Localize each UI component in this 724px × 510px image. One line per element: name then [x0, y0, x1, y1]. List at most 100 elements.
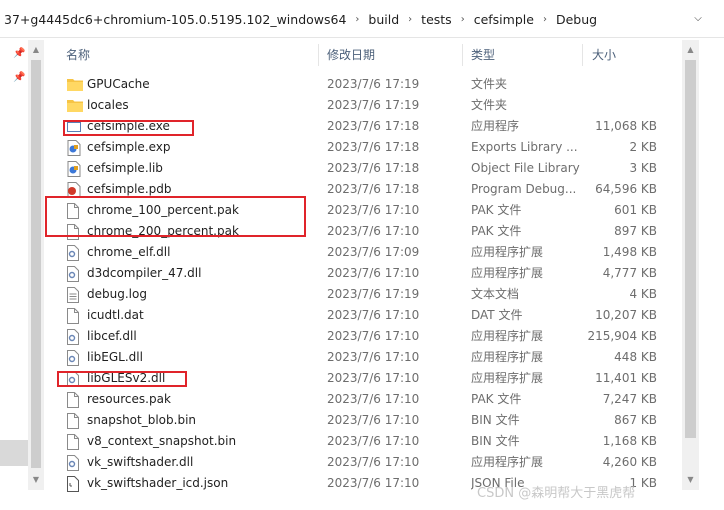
scrollbar-thumb[interactable]: [685, 60, 696, 438]
file-row[interactable]: vk_swiftshader.dll 2023/7/6 17:10 应用程序扩展 4,…: [44, 452, 680, 473]
file-size: 4 KB: [629, 287, 657, 301]
chevron-right-icon[interactable]: ›: [350, 14, 364, 25]
file-type: BIN 文件: [471, 413, 520, 427]
file-type: Program Debug...: [471, 182, 577, 196]
file-icon: [67, 434, 81, 450]
pin-icon[interactable]: 📌: [13, 72, 25, 84]
folder-icon: [67, 98, 83, 114]
file-row[interactable]: GPUCache 2023/7/6 17:19 文件夹: [44, 74, 680, 95]
file-list-scrollbar[interactable]: ▲ ▼: [682, 40, 699, 490]
column-divider[interactable]: [318, 44, 319, 66]
file-row[interactable]: cefsimple.lib 2023/7/6 17:18 Object File L…: [44, 158, 680, 179]
file-row[interactable]: snapshot_blob.bin 2023/7/6 17:10 BIN 文件 867…: [44, 410, 680, 431]
scrollbar-thumb[interactable]: [31, 60, 41, 468]
file-name: vk_swiftshader_icd.json: [87, 476, 229, 490]
breadcrumb-item[interactable]: cefsimple: [470, 12, 538, 27]
file-row[interactable]: libEGL.dll 2023/7/6 17:10 应用程序扩展 448 KB: [44, 347, 680, 368]
file-type: PAK 文件: [471, 224, 522, 238]
scroll-down-icon[interactable]: ▼: [30, 474, 42, 486]
highlight-box: [57, 371, 187, 387]
file-date: 2023/7/6 17:10: [327, 413, 420, 427]
highlight-box: [63, 120, 194, 136]
file-size: 897 KB: [614, 224, 657, 238]
file-row[interactable]: resources.pak 2023/7/6 17:10 PAK 文件 7,247 K…: [44, 389, 680, 410]
file-date: 2023/7/6 17:09: [327, 245, 420, 259]
dll-icon: [67, 455, 81, 471]
json-file-icon: [67, 476, 81, 492]
file-row[interactable]: cefsimple.exp 2023/7/6 17:18 Exports Libra…: [44, 137, 680, 158]
address-bar[interactable]: 37+g4445dc6+chromium-105.0.5195.102_wind…: [0, 0, 724, 38]
file-size: 3 KB: [629, 161, 657, 175]
file-size: 1,498 KB: [602, 245, 657, 259]
file-row[interactable]: v8_context_snapshot.bin 2023/7/6 17:10 BIN…: [44, 431, 680, 452]
scroll-up-icon[interactable]: ▲: [30, 44, 42, 56]
file-name: snapshot_blob.bin: [87, 413, 197, 427]
file-type: 应用程序扩展: [471, 455, 544, 469]
file-type: 应用程序扩展: [471, 266, 544, 280]
dll-icon: [67, 245, 81, 261]
file-name: v8_context_snapshot.bin: [87, 434, 237, 448]
scroll-up-icon[interactable]: ▲: [685, 44, 696, 56]
file-icon: [67, 392, 81, 408]
file-date: 2023/7/6 17:10: [327, 329, 420, 343]
scroll-down-icon[interactable]: ▼: [685, 474, 696, 486]
breadcrumb-item[interactable]: 37+g4445dc6+chromium-105.0.5195.102_wind…: [0, 12, 350, 27]
column-divider[interactable]: [462, 44, 463, 66]
file-name: vk_swiftshader.dll: [87, 455, 194, 469]
file-size: 4,777 KB: [602, 266, 657, 280]
file-name: libEGL.dll: [87, 350, 143, 364]
lib-icon: [67, 161, 81, 177]
file-name: cefsimple.lib: [87, 161, 163, 175]
column-header-date[interactable]: 修改日期: [327, 40, 375, 70]
file-date: 2023/7/6 17:18: [327, 140, 420, 154]
file-type: Object File Library: [471, 161, 580, 175]
column-header-type[interactable]: 类型: [471, 40, 495, 70]
file-name: chrome_elf.dll: [87, 245, 171, 259]
navigation-scrollbar[interactable]: ▲ ▼: [28, 40, 44, 490]
file-name: icudtl.dat: [87, 308, 144, 322]
file-type: DAT 文件: [471, 308, 523, 322]
chevron-right-icon[interactable]: ›: [403, 14, 417, 25]
file-size: 10,207 KB: [595, 308, 657, 322]
file-row[interactable]: chrome_elf.dll 2023/7/6 17:09 应用程序扩展 1,498 …: [44, 242, 680, 263]
breadcrumb-item[interactable]: tests: [417, 12, 456, 27]
file-row[interactable]: libcef.dll 2023/7/6 17:10 应用程序扩展 215,904 KB: [44, 326, 680, 347]
file-date: 2023/7/6 17:10: [327, 371, 420, 385]
file-date: 2023/7/6 17:18: [327, 119, 420, 133]
file-row[interactable]: d3dcompiler_47.dll 2023/7/6 17:10 应用程序扩展 4,…: [44, 263, 680, 284]
file-type: 应用程序扩展: [471, 329, 544, 343]
file-type: 应用程序扩展: [471, 371, 544, 385]
navigation-selection: [0, 440, 28, 466]
file-row[interactable]: icudtl.dat 2023/7/6 17:10 DAT 文件 10,207 KB: [44, 305, 680, 326]
file-name: locales: [87, 98, 129, 112]
pin-icon[interactable]: 📌: [13, 48, 25, 60]
chevron-right-icon[interactable]: ›: [456, 14, 470, 25]
file-date: 2023/7/6 17:10: [327, 266, 420, 280]
column-divider[interactable]: [582, 44, 583, 66]
file-name: d3dcompiler_47.dll: [87, 266, 202, 280]
file-date: 2023/7/6 17:10: [327, 203, 420, 217]
breadcrumb: 37+g4445dc6+chromium-105.0.5195.102_wind…: [0, 9, 601, 29]
file-row[interactable]: locales 2023/7/6 17:19 文件夹: [44, 95, 680, 116]
dll-icon: [67, 350, 81, 366]
folder-icon: [67, 77, 83, 93]
column-header-size[interactable]: 大小: [592, 40, 616, 70]
file-date: 2023/7/6 17:10: [327, 434, 420, 448]
file-date: 2023/7/6 17:18: [327, 182, 420, 196]
breadcrumb-item[interactable]: Debug: [552, 12, 601, 27]
chevron-down-icon[interactable]: ⌵: [688, 9, 708, 29]
file-type: Exports Library ...: [471, 140, 578, 154]
file-row[interactable]: debug.log 2023/7/6 17:19 文本文档 4 KB: [44, 284, 680, 305]
file-size: 2 KB: [629, 140, 657, 154]
file-type: 应用程序扩展: [471, 245, 544, 259]
breadcrumb-item[interactable]: build: [364, 12, 403, 27]
file-name: GPUCache: [87, 77, 150, 91]
chevron-right-icon[interactable]: ›: [538, 14, 552, 25]
file-name: cefsimple.exp: [87, 140, 171, 154]
exp-icon: [67, 140, 81, 156]
file-size: 448 KB: [614, 350, 657, 364]
file-type: 文件夹: [471, 77, 508, 91]
file-size: 215,904 KB: [587, 329, 657, 343]
column-header-name[interactable]: 名称: [66, 40, 90, 70]
file-type: BIN 文件: [471, 434, 520, 448]
